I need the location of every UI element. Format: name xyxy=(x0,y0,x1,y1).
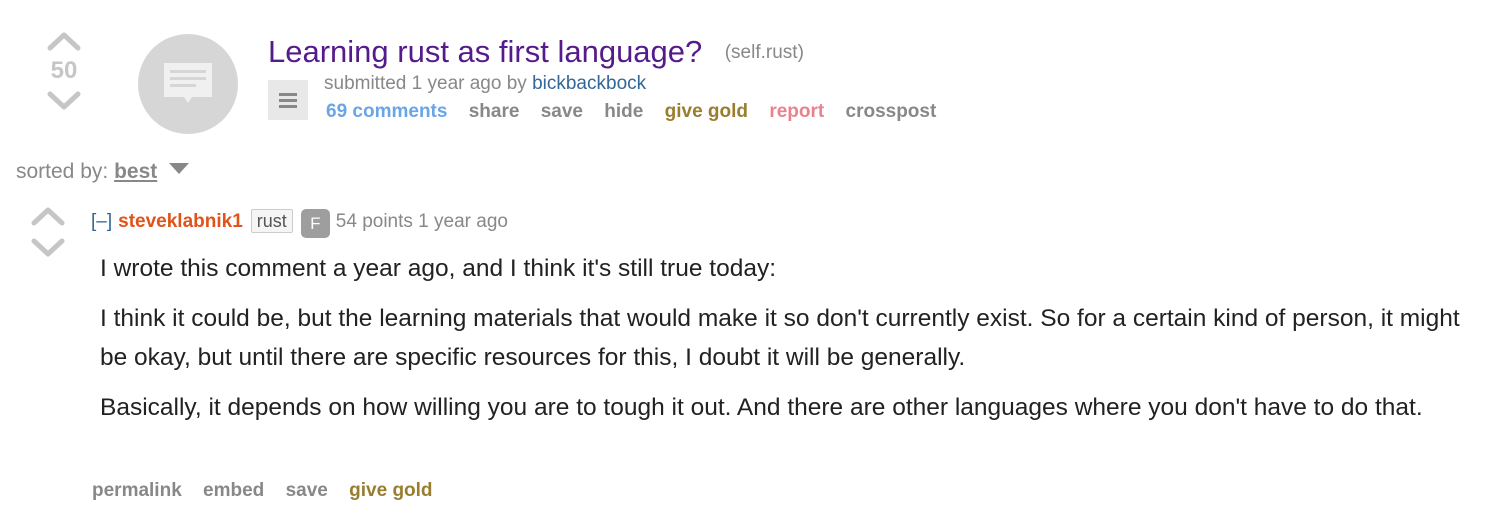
self-post-thumbnail[interactable] xyxy=(138,34,238,134)
upvote-arrow-icon[interactable] xyxy=(31,205,65,227)
upvote-arrow-icon[interactable] xyxy=(47,30,81,52)
reddit-thread: 50 Learning rust as first language? (sel… xyxy=(0,0,1494,522)
comment-vote-column xyxy=(28,205,68,269)
comment-give-gold-button[interactable]: give gold xyxy=(349,480,432,501)
comment-save-button[interactable]: save xyxy=(286,480,328,501)
post-title-line: Learning rust as first language? (self.r… xyxy=(268,34,804,70)
sort-menu: sorted by: best xyxy=(16,160,190,184)
expando-text-icon xyxy=(279,93,297,108)
caret-down-icon[interactable] xyxy=(169,163,190,175)
post-tagline: submitted 1 year ago by bickbackbock xyxy=(324,73,646,95)
downvote-arrow-icon[interactable] xyxy=(31,237,65,259)
save-button[interactable]: save xyxy=(541,101,583,122)
post-domain[interactable]: (self.rust) xyxy=(725,42,804,63)
post-title[interactable]: Learning rust as first language? xyxy=(268,34,702,69)
post-score: 50 xyxy=(50,57,78,84)
post-author-link[interactable]: bickbackbock xyxy=(532,73,646,94)
downvote-arrow-icon[interactable] xyxy=(47,90,81,112)
submitted-text: submitted 1 year ago by xyxy=(324,73,533,94)
post-vote-column: 50 xyxy=(40,30,88,112)
give-gold-button[interactable]: give gold xyxy=(665,101,748,122)
comment-body: I wrote this comment a year ago, and I t… xyxy=(100,249,1490,438)
self-post-icon xyxy=(164,63,212,103)
crosspost-button[interactable]: crosspost xyxy=(846,101,937,122)
collapse-toggle[interactable]: [–] xyxy=(91,211,112,232)
user-badge: F xyxy=(300,209,330,238)
embed-button[interactable]: embed xyxy=(203,480,264,501)
post-buttons: 69 comments share save hide give gold re… xyxy=(326,101,952,123)
permalink-button[interactable]: permalink xyxy=(92,480,182,501)
comments-link[interactable]: 69 comments xyxy=(326,101,447,122)
comment-paragraph: Basically, it depends on how willing you… xyxy=(100,394,1423,421)
comment-paragraph: I wrote this comment a year ago, and I t… xyxy=(100,255,777,282)
sort-label: sorted by: xyxy=(16,160,109,183)
comment-buttons: permalink embed save give gold xyxy=(92,480,449,502)
comment-tagline: [–] steveklabnik1 rust F 54 points 1 year ag… xyxy=(91,209,508,238)
hide-button[interactable]: hide xyxy=(604,101,643,122)
user-flair: rust xyxy=(250,209,293,233)
report-button[interactable]: report xyxy=(769,101,824,122)
sort-dropdown[interactable]: best xyxy=(114,160,157,183)
expando-button[interactable] xyxy=(268,80,308,120)
share-button[interactable]: share xyxy=(469,101,520,122)
comment-author-link[interactable]: steveklabnik1 xyxy=(118,211,243,232)
comment-points-time: 54 points 1 year ago xyxy=(335,211,508,232)
comment-paragraph: I think it could be, but the learning ma… xyxy=(100,305,1460,371)
